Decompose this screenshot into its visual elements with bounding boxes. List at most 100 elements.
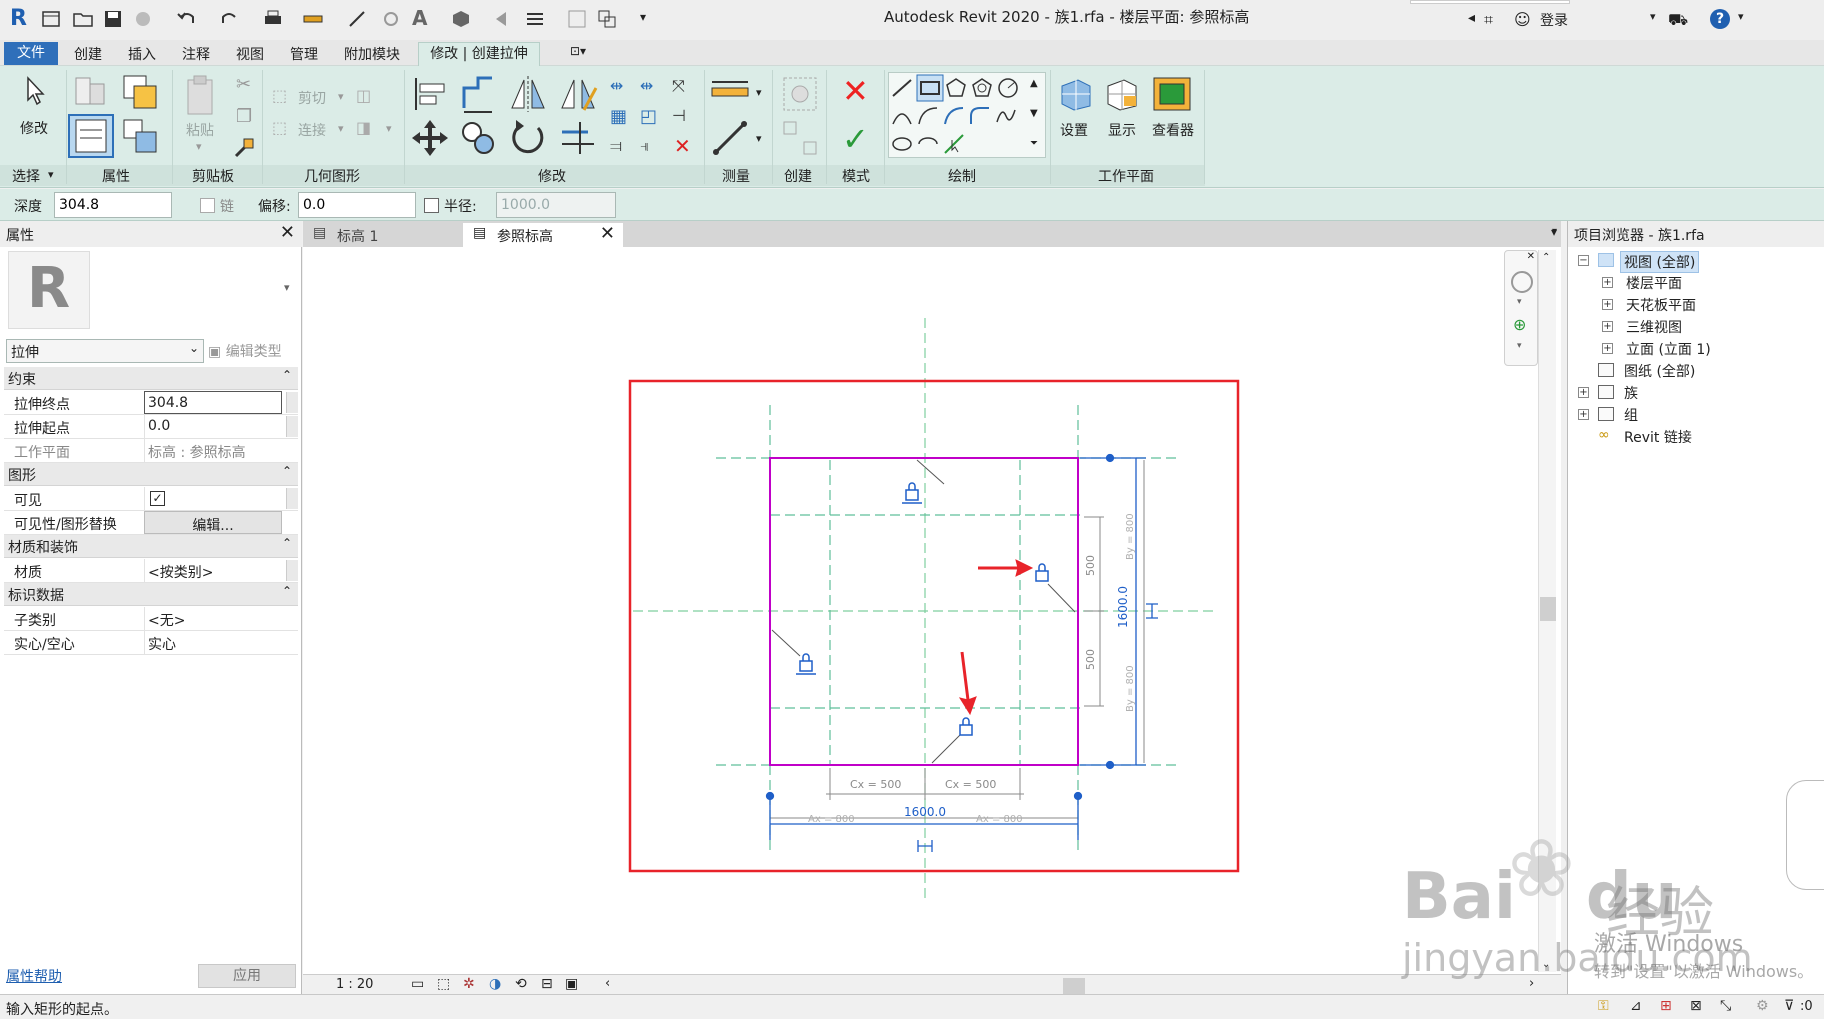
cx-left-label[interactable]: Cx = 500 xyxy=(850,778,901,791)
tab-modify-create-extrusion[interactable]: 修改 | 创建拉伸 xyxy=(418,42,540,66)
spline-icon[interactable] xyxy=(994,104,1018,128)
lock-icon[interactable] xyxy=(902,482,922,504)
cut-geometry-icon[interactable]: ⬚ xyxy=(272,86,287,105)
arrow-left-icon[interactable]: ◂ xyxy=(1468,10,1475,26)
horizontal-scroll-thumb[interactable] xyxy=(1063,978,1085,994)
properties-icon[interactable] xyxy=(68,114,114,158)
lock-icon[interactable] xyxy=(796,653,816,675)
finish-edit-icon[interactable]: ✓ xyxy=(842,120,869,158)
scale-icon[interactable]: ◰ xyxy=(640,106,657,127)
measure-dropdown-icon[interactable]: ▾ xyxy=(756,86,762,99)
rotate-icon[interactable] xyxy=(508,118,548,158)
match-properties-icon[interactable] xyxy=(232,136,256,160)
3d-view-icon[interactable] xyxy=(450,8,472,30)
sun-path-icon[interactable]: ✲ xyxy=(463,976,475,992)
extrusion-start-input[interactable]: 0.0 xyxy=(144,415,282,438)
join-geometry-button[interactable]: 连接 xyxy=(298,120,326,140)
steering-wheel-icon[interactable] xyxy=(1511,271,1533,293)
trim-single-icon[interactable]: ⫣ xyxy=(640,136,650,156)
move-icon[interactable] xyxy=(410,118,450,158)
visible-checkbox[interactable]: ✓ xyxy=(150,491,165,506)
tree-item-floor-plans[interactable]: 楼层平面 xyxy=(1626,273,1682,293)
pin-icon[interactable]: ⊣ xyxy=(672,106,686,125)
type-selector-dropdown-icon[interactable]: ▾ xyxy=(284,281,290,294)
family-category-icon[interactable] xyxy=(120,72,160,112)
close-icon[interactable]: ✕ xyxy=(280,222,295,243)
lock-icon[interactable] xyxy=(1035,563,1049,582)
chain-checkbox[interactable] xyxy=(200,198,215,213)
align-icon[interactable] xyxy=(410,74,450,114)
tree-item-sheets[interactable]: 图纸 (全部) xyxy=(1624,361,1695,381)
temp-hide-icon[interactable]: ▣ xyxy=(565,976,578,992)
section-graphics[interactable]: 图形 ⌃ xyxy=(4,463,298,486)
thin-lines-icon[interactable] xyxy=(524,8,546,30)
join-dropdown-icon[interactable]: ▾ xyxy=(338,122,344,135)
expand-icon[interactable]: + xyxy=(1602,299,1613,310)
apply-button[interactable]: 应用 xyxy=(198,964,296,988)
dimension-icon[interactable] xyxy=(346,8,368,30)
aligned-dimension-icon[interactable] xyxy=(710,118,750,158)
draw-scroll-down-icon[interactable]: ▼ xyxy=(1030,108,1038,119)
array-icon[interactable]: ▦ xyxy=(610,106,627,127)
browser-scroll-icon[interactable]: ▾ xyxy=(1552,226,1557,237)
tree-item-groups[interactable]: 组 xyxy=(1624,405,1638,425)
start-end-arc-icon[interactable] xyxy=(890,104,914,128)
tree-item-families[interactable]: 族 xyxy=(1624,383,1638,403)
binoculars-icon[interactable]: ⌗ xyxy=(1484,10,1493,30)
cart-icon[interactable]: ⛟ xyxy=(1668,10,1688,31)
switch-windows-icon[interactable] xyxy=(596,8,618,30)
radius-checkbox[interactable] xyxy=(424,198,439,213)
tab-annotate[interactable]: 注释 xyxy=(182,44,210,64)
cut-icon[interactable]: ✂ xyxy=(236,74,251,95)
unpin-icon[interactable]: ⤧ xyxy=(672,76,685,96)
modify-cursor-icon[interactable] xyxy=(22,76,48,106)
offset-input[interactable] xyxy=(298,192,416,218)
create-group-icon[interactable] xyxy=(780,74,820,114)
sync-icon[interactable] xyxy=(132,8,154,30)
family-types-icon[interactable] xyxy=(70,72,110,112)
extrusion-end-input[interactable]: 304.8 xyxy=(144,391,282,414)
section-icon[interactable] xyxy=(492,8,514,30)
select-underlay-icon[interactable]: ⊞ xyxy=(1660,998,1672,1014)
tree-item-ceiling-plans[interactable]: 天花板平面 xyxy=(1626,295,1696,315)
depth-input[interactable] xyxy=(54,192,172,218)
user-icon[interactable]: ☺ xyxy=(1514,10,1531,29)
open-icon[interactable] xyxy=(40,8,62,30)
detail-level-icon[interactable]: ▭ xyxy=(411,976,424,992)
circumscribed-polygon-icon[interactable] xyxy=(970,76,994,100)
copy-icon[interactable]: ❐ xyxy=(236,106,252,127)
tab-file[interactable]: 文件 xyxy=(4,42,58,65)
section-identity[interactable]: 标识数据 ⌃ xyxy=(4,583,298,606)
ax-left-label[interactable]: Ax = 800 xyxy=(808,814,855,825)
tab-insert[interactable]: 插入 xyxy=(128,44,156,64)
type-properties-icon[interactable] xyxy=(120,116,160,156)
subcategory-value[interactable]: <无> xyxy=(144,607,282,630)
paint-icon[interactable]: ◨ xyxy=(356,118,371,137)
measure-distance-icon[interactable] xyxy=(710,78,750,108)
tab-view[interactable]: 视图 xyxy=(236,44,264,64)
lock-icon[interactable] xyxy=(959,717,973,736)
qat-dropdown-icon[interactable]: ▾ xyxy=(640,10,646,24)
paste-button[interactable]: 粘贴 xyxy=(186,120,214,140)
dim-500-bottom-label[interactable]: 500 xyxy=(1084,649,1097,670)
filter-icon[interactable]: ⊽ xyxy=(1784,998,1794,1014)
cx-right-label[interactable]: Cx = 500 xyxy=(945,778,996,791)
dim-500-top-label[interactable]: 500 xyxy=(1084,555,1097,576)
width-total-label[interactable]: 1600.0 xyxy=(904,805,946,819)
drag-elements-icon[interactable]: ⚙ xyxy=(1756,998,1769,1014)
crop-view-icon[interactable]: ⟲ xyxy=(515,976,527,992)
tree-item-3d-views[interactable]: 三维视图 xyxy=(1626,317,1682,337)
select-pinned-icon[interactable]: ⊠ xyxy=(1690,998,1702,1014)
vertical-scroll-thumb[interactable] xyxy=(1540,597,1556,621)
close-tab-icon[interactable]: ✕ xyxy=(600,223,615,244)
draw-scroll-up-icon[interactable]: ▲ xyxy=(1030,78,1038,89)
tab-level-1[interactable]: ▤ 标高 1 xyxy=(303,223,461,247)
edit-type-button[interactable]: ▣ 编辑类型 xyxy=(208,341,282,361)
split-gap-icon[interactable]: ⇹ xyxy=(640,76,653,95)
navbar-close-icon[interactable]: ✕ xyxy=(1527,251,1535,262)
trim-multiple-icon[interactable]: ⫤ xyxy=(610,136,622,156)
scroll-up-icon[interactable]: ⌃ xyxy=(1542,252,1550,263)
cut-dropdown-icon[interactable]: ▾ xyxy=(338,90,344,103)
pick-lines-icon[interactable] xyxy=(942,132,966,156)
ellipse-icon[interactable] xyxy=(890,132,914,156)
